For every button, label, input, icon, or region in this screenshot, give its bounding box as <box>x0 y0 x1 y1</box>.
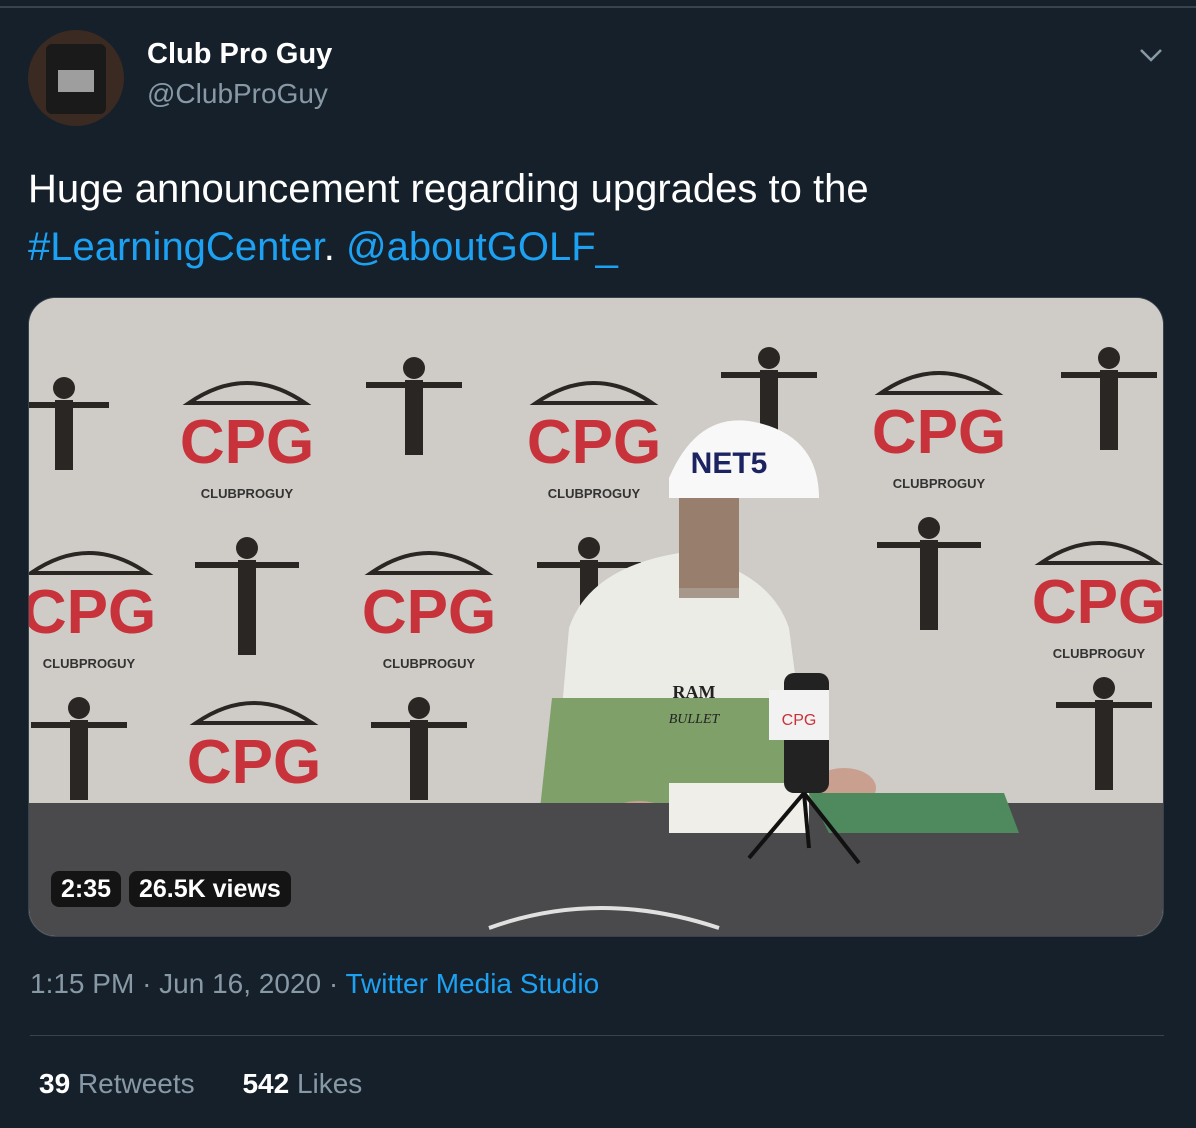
logo-text: CPG <box>187 728 321 797</box>
video-frame: CPG CLUBPROGUY CPG CLUBPROGUY CPG CLUBPR… <box>29 298 1163 936</box>
user-handle[interactable]: @ClubProGuy <box>147 78 328 110</box>
logo-text: CPG <box>527 408 661 477</box>
display-name[interactable]: Club Pro Guy <box>147 38 332 71</box>
logo-wordmark: CLUBPROGUY <box>383 656 476 671</box>
retweets-count: 39 <box>39 1068 71 1099</box>
tweet-body: Huge announcement regarding upgrades to … <box>28 167 869 211</box>
tweet-source-link[interactable]: Twitter Media Studio <box>345 968 599 999</box>
hat-text: NET5 <box>691 447 768 480</box>
shirt-text-1: RAM <box>673 682 716 702</box>
likes-stat[interactable]: 542 Likes <box>242 1068 362 1100</box>
mic-flag-text: CPG <box>782 712 817 729</box>
retweets-stat[interactable]: 39 Retweets <box>39 1068 195 1100</box>
meta-dot: · <box>328 968 339 999</box>
logo-text: CPG <box>29 578 156 647</box>
video-player[interactable]: CPG CLUBPROGUY CPG CLUBPROGUY CPG CLUBPR… <box>28 297 1164 937</box>
video-views: 26.5K views <box>129 871 291 907</box>
likes-count: 542 <box>242 1068 290 1099</box>
logo-wordmark: CLUBPROGUY <box>43 656 136 671</box>
logo-text: CPG <box>180 408 314 477</box>
chevron-down-icon[interactable] <box>1136 40 1166 70</box>
avatar-tag <box>58 70 94 92</box>
tweet-date[interactable]: Jun 16, 2020 <box>159 968 321 999</box>
logo-text: CPG <box>1032 568 1163 637</box>
mention-link[interactable]: @aboutGOLF_ <box>346 225 618 269</box>
logo-wordmark: CLUBPROGUY <box>893 476 986 491</box>
logo-text: CPG <box>362 578 496 647</box>
shirt-text-2: BULLET <box>669 712 721 727</box>
divider <box>30 1035 1164 1036</box>
meta-dot: · <box>142 968 152 999</box>
logo-wordmark: CLUBPROGUY <box>1053 646 1146 661</box>
logo-text: CPG <box>872 398 1006 467</box>
top-border <box>0 6 1196 8</box>
hashtag-link[interactable]: #LearningCenter <box>28 225 324 269</box>
tweet-text: Huge announcement regarding upgrades to … <box>28 160 1158 276</box>
retweets-label: Retweets <box>77 1068 195 1099</box>
video-duration: 2:35 <box>51 871 122 907</box>
avatar[interactable] <box>28 30 124 126</box>
logo-wordmark: CLUBPROGUY <box>201 486 294 501</box>
tweet-time[interactable]: 1:15 PM <box>30 968 134 999</box>
tweet-stats: 39 Retweets 542 Likes <box>39 1068 402 1100</box>
tweet-meta: 1:15 PM · Jun 16, 2020 · Twitter Media S… <box>30 968 599 1000</box>
tweet-separator: . <box>323 225 335 269</box>
logo-wordmark: CLUBPROGUY <box>548 486 641 501</box>
likes-label: Likes <box>296 1068 363 1099</box>
